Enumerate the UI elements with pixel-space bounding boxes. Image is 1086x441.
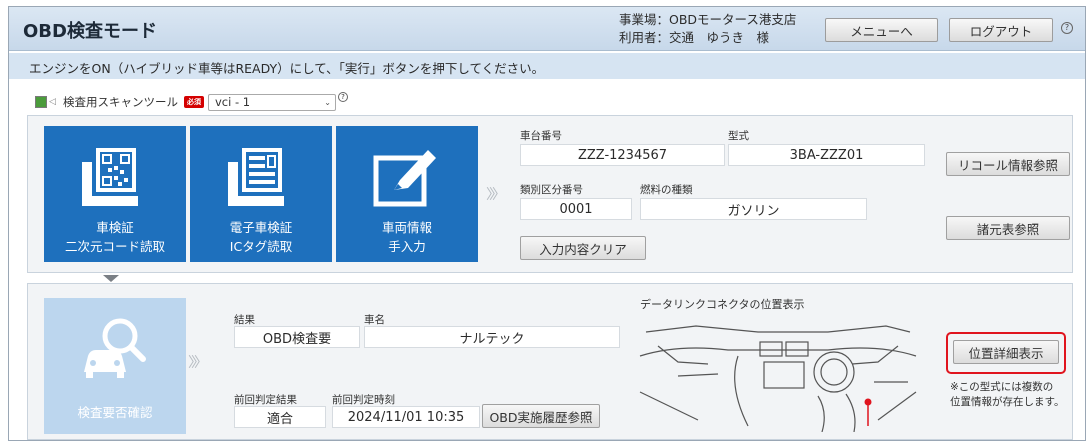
multi-position-note: ※この型式には複数の 位置情報が存在します。 [950, 380, 1064, 410]
user-name: 利用者：交通 ゆうき 様 [619, 30, 770, 45]
obd-history-button[interactable]: OBD実施履歴参照 [482, 404, 600, 428]
tile-line1: 電子車検証 [229, 220, 293, 235]
tile-label: 検査要否確認 [77, 405, 153, 420]
tile-inspection-check: 検査要否確認 [44, 298, 186, 434]
scan-tool-label: 検査用スキャンツール [63, 95, 178, 109]
tile-qr-read[interactable]: 車検証 二次元コード読取 [44, 126, 186, 262]
logout-button[interactable]: ログアウト [949, 18, 1053, 42]
category-label: 類別区分番号 [520, 184, 583, 196]
category-field: 0001 [520, 198, 632, 220]
result-field: OBD検査要 [234, 326, 360, 348]
fuel-label: 燃料の種類 [640, 184, 693, 196]
chassis-field: ZZZ-1234567 [520, 144, 725, 166]
clear-input-button[interactable]: 入力内容クリア [520, 236, 646, 260]
required-badge: 必須 [184, 96, 204, 108]
speaker-icon: ◁ [49, 97, 56, 107]
car-search-icon [84, 318, 146, 378]
pen-edit-icon [373, 150, 436, 207]
scan-tool-row: ◁ 検査用スキャンツール 必須 vci - 1 ⌄ ? [35, 92, 348, 112]
inspection-panel: 検査要否確認 〉〉〉 結果 OBD検査要 車名 ナルテック 前回判定結果 適合 … [27, 283, 1073, 440]
prev-time-field: 2024/11/01 10:35 [332, 406, 480, 428]
page-title: OBD検査モード [23, 21, 157, 42]
chevron-right-icon: 〉〉〉 [486, 187, 506, 203]
scan-tool-selected: vci - 1 [215, 95, 251, 109]
fuel-field: ガソリン [640, 198, 867, 220]
qr-certificate-icon [82, 148, 138, 206]
tile-label: 車検証 二次元コード読取 [44, 218, 186, 256]
scan-help-icon[interactable]: ? [338, 92, 348, 102]
tile-line2: ICタグ読取 [229, 239, 293, 254]
tile-label: 電子車検証 ICタグ読取 [190, 218, 332, 256]
result-label: 結果 [234, 314, 255, 326]
chevron-right-icon: 〉〉〉 [188, 355, 208, 371]
app-window: OBD検査モード 事業場：OBDモータース港支店 利用者：交通 ゆうき 様 メニ… [8, 6, 1086, 441]
user-info: 事業場：OBDモータース港支店 利用者：交通 ゆうき 様 [619, 11, 796, 47]
model-field: 3BA-ZZZ01 [728, 144, 925, 166]
tile-line2: 二次元コード読取 [64, 239, 165, 254]
tile-line1: 車検証 [96, 220, 134, 235]
help-icon[interactable]: ? [1061, 22, 1073, 34]
office-name: 事業場：OBDモータース港支店 [619, 12, 797, 27]
tile-ic-read[interactable]: 電子車検証 ICタグ読取 [190, 126, 332, 262]
tile-line1: 車両情報 [381, 220, 432, 235]
scan-tool-select[interactable]: vci - 1 ⌄ [208, 93, 336, 111]
position-detail-button[interactable]: 位置詳細表示 [953, 340, 1059, 364]
chassis-label: 車台番号 [520, 130, 562, 142]
prev-time-label: 前回判定時刻 [332, 394, 395, 406]
status-led-icon [35, 96, 47, 108]
menu-button[interactable]: メニューへ [825, 18, 938, 42]
tile-line2: 手入力 [388, 239, 426, 254]
car-name-label: 車名 [364, 314, 385, 326]
chevron-down-icon: ⌄ [324, 97, 331, 107]
car-name-field: ナルテック [364, 326, 620, 348]
recall-info-button[interactable]: リコール情報参照 [946, 152, 1070, 176]
model-label: 型式 [728, 130, 749, 142]
vehicle-info-panel: 車検証 二次元コード読取 電子車検証 ICタグ読取 車両情報 手入力 〉〉〉 車… [27, 115, 1073, 273]
connector-title: データリンクコネクタの位置表示 [640, 298, 805, 311]
prev-result-label: 前回判定結果 [234, 394, 297, 406]
tile-manual-input[interactable]: 車両情報 手入力 [336, 126, 478, 262]
step-down-arrow-icon [103, 275, 119, 282]
instruction-banner: エンジンをON（ハイブリッド車等はREADY）にして、「実行」ボタンを押下してく… [9, 53, 1085, 79]
note-line1: ※この型式には複数の [950, 381, 1054, 393]
prev-result-field: 適合 [234, 406, 326, 428]
note-line2: 位置情報が存在します。 [950, 396, 1065, 408]
spec-table-button[interactable]: 諸元表参照 [946, 216, 1070, 240]
tile-label: 車両情報 手入力 [336, 218, 478, 256]
header-bar: OBD検査モード 事業場：OBDモータース港支店 利用者：交通 ゆうき 様 メニ… [9, 7, 1085, 51]
dashboard-diagram [639, 325, 917, 432]
ic-certificate-icon [228, 148, 284, 206]
